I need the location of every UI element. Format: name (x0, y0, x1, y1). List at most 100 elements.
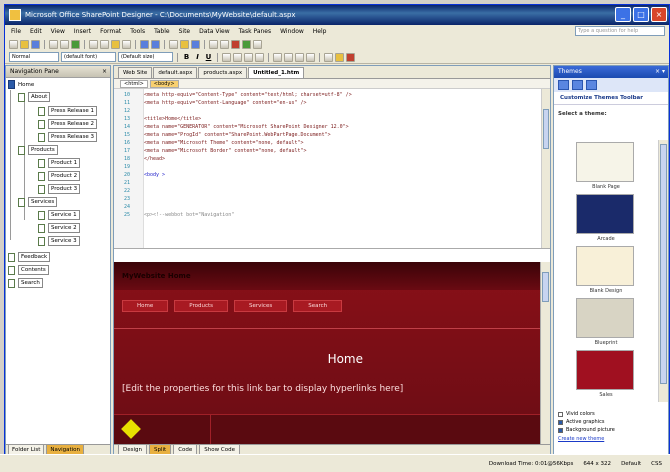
size-combo[interactable]: (Default size) (118, 52, 173, 62)
minimize-button[interactable]: _ (615, 7, 631, 22)
bullets-icon[interactable] (284, 52, 293, 62)
tree-node-service-1[interactable]: Service 1 (38, 210, 80, 220)
menu-tools[interactable]: Tools (130, 28, 145, 35)
help-search-input[interactable]: Type a question for help (575, 26, 665, 36)
tree-node-service-2[interactable]: Service 2 (38, 223, 80, 233)
stop-icon[interactable] (231, 40, 240, 49)
theme-item[interactable]: Blank Page (570, 142, 642, 190)
forward-icon[interactable] (572, 80, 583, 90)
tree-node-feedback[interactable]: Feedback (8, 252, 51, 262)
menu-help[interactable]: Help (313, 28, 327, 35)
show-all-icon[interactable] (220, 40, 229, 49)
tree-node-contents[interactable]: Contents (8, 265, 49, 275)
underline-button[interactable]: U (204, 53, 213, 61)
cut-icon[interactable] (89, 40, 98, 49)
undo-icon[interactable] (140, 40, 149, 49)
layer-icon[interactable] (209, 40, 218, 49)
highlight-icon[interactable] (335, 52, 344, 62)
back-icon[interactable] (558, 80, 569, 90)
save-icon[interactable] (31, 40, 40, 49)
scroll-thumb[interactable] (660, 144, 667, 384)
menu-table[interactable]: Table (154, 28, 170, 35)
new-icon[interactable] (9, 40, 18, 49)
spell-check-icon[interactable] (71, 40, 80, 49)
scroll-thumb[interactable] (543, 109, 549, 149)
menu-view[interactable]: View (51, 28, 65, 35)
status-schema[interactable]: Default (621, 461, 641, 467)
close-icon[interactable]: × ▾ (655, 66, 665, 78)
menu-data-view[interactable]: Data View (199, 28, 229, 35)
menu-file[interactable]: File (11, 28, 21, 35)
themes-pane-subheader[interactable]: Customize Themes Toolbar (554, 92, 668, 105)
help-icon[interactable] (253, 40, 262, 49)
increase-indent-icon[interactable] (306, 52, 315, 62)
font-color-icon[interactable] (346, 52, 355, 62)
crumb-html[interactable]: <html> (120, 79, 148, 88)
theme-item[interactable]: Blank Design (570, 246, 642, 294)
tab-products-aspx[interactable]: products.aspx (198, 67, 248, 78)
borders-icon[interactable] (324, 52, 333, 62)
link-products[interactable]: Products (174, 300, 228, 312)
align-right-icon[interactable] (244, 52, 253, 62)
tree-node-press-release-1[interactable]: Press Release 1 (38, 106, 97, 116)
redo-icon[interactable] (151, 40, 160, 49)
hyperlink-icon[interactable] (191, 40, 200, 49)
preview-icon[interactable] (60, 40, 69, 49)
checkbox[interactable] (558, 427, 563, 433)
tree-node-press-release-3[interactable]: Press Release 3 (38, 132, 97, 142)
option-active-graphics[interactable]: Active graphics (558, 418, 615, 426)
close-icon[interactable]: × (102, 66, 107, 78)
option-vivid-colors[interactable]: Vivid colors (558, 410, 615, 418)
tree-node-press-release-2[interactable]: Press Release 2 (38, 119, 97, 129)
code-scrollbar[interactable] (541, 89, 550, 248)
paste-icon[interactable] (111, 40, 120, 49)
menu-window[interactable]: Window (280, 28, 304, 35)
theme-item[interactable]: Blueprint (570, 298, 642, 346)
tab-default-aspx[interactable]: default.aspx (153, 67, 198, 78)
design-scrollbar[interactable] (540, 262, 550, 446)
link-services[interactable]: Services (234, 300, 288, 312)
open-icon[interactable] (20, 40, 29, 49)
theme-item[interactable]: Arcade (570, 194, 642, 242)
status-css[interactable]: CSS (651, 461, 662, 467)
font-combo[interactable]: (default font) (61, 52, 116, 62)
tree-node-home[interactable]: Home (8, 80, 34, 89)
home-icon[interactable] (586, 80, 597, 90)
tree-node-product-1[interactable]: Product 1 (38, 158, 81, 168)
tree-node-service-3[interactable]: Service 3 (38, 236, 80, 246)
design-view[interactable]: MyWebsite Home Home Products Services Se… (114, 262, 541, 446)
format-painter-icon[interactable] (122, 40, 131, 49)
close-button[interactable]: × (651, 7, 667, 22)
scroll-thumb[interactable] (542, 272, 549, 302)
menu-edit[interactable]: Edit (30, 28, 42, 35)
menu-task-panes[interactable]: Task Panes (239, 28, 272, 35)
crumb-body[interactable]: <body> (149, 79, 179, 88)
menu-site[interactable]: Site (179, 28, 191, 35)
theme-item[interactable]: Sales (570, 350, 642, 398)
decrease-indent-icon[interactable] (295, 52, 304, 62)
create-theme-link[interactable]: Create new theme (558, 436, 615, 442)
print-icon[interactable] (49, 40, 58, 49)
status-page-size[interactable]: 644 x 322 (583, 461, 611, 467)
tree-node-products[interactable]: Products (18, 145, 58, 155)
maximize-button[interactable]: □ (633, 7, 649, 22)
italic-button[interactable]: I (193, 53, 202, 61)
tree-node-services[interactable]: Services (18, 197, 58, 207)
insert-picture-icon[interactable] (180, 40, 189, 49)
tab-web-site[interactable]: Web Site (118, 67, 153, 78)
checkbox[interactable] (558, 411, 563, 417)
tree-node-product-2[interactable]: Product 2 (38, 171, 81, 181)
option-background-picture[interactable]: Background picture (558, 426, 615, 434)
menu-insert[interactable]: Insert (74, 28, 91, 35)
align-center-icon[interactable] (233, 52, 242, 62)
numbering-icon[interactable] (273, 52, 282, 62)
link-home[interactable]: Home (122, 300, 169, 312)
bold-button[interactable]: B (182, 53, 191, 61)
code-view[interactable]: 10 <meta http-equiv="Content-Type" conten… (114, 89, 550, 249)
tree-node-about[interactable]: About (18, 92, 51, 102)
link-search[interactable]: Search (293, 300, 343, 312)
tab-untitled[interactable]: Untitled_1.htm (248, 67, 305, 78)
refresh-icon[interactable] (242, 40, 251, 49)
align-left-icon[interactable] (222, 52, 231, 62)
tree-node-product-3[interactable]: Product 3 (38, 184, 81, 194)
